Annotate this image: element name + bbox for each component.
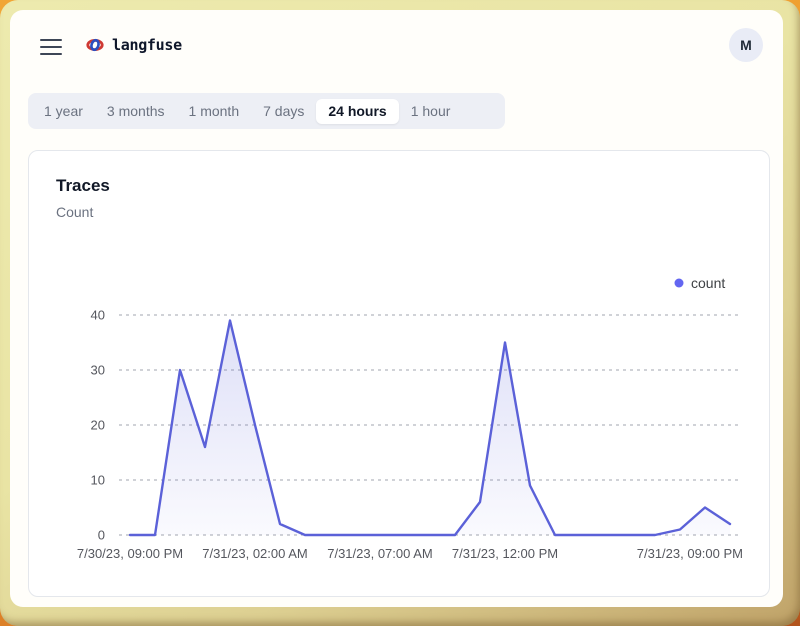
user-avatar[interactable]: M bbox=[729, 28, 763, 62]
legend-item-count[interactable]: count bbox=[675, 275, 726, 291]
y-tick-label: 40 bbox=[91, 308, 105, 323]
tab-7-days[interactable]: 7 days bbox=[251, 99, 316, 124]
time-range-tabs: 1 year 3 months 1 month 7 days 24 hours … bbox=[28, 93, 505, 129]
hamburger-menu-icon[interactable] bbox=[40, 39, 62, 55]
x-tick-label: 7/31/23, 09:00 PM bbox=[637, 546, 743, 561]
brand-logo[interactable]: langfuse bbox=[86, 34, 182, 56]
hamburger-bar bbox=[40, 46, 62, 48]
y-tick-label: 0 bbox=[98, 528, 105, 543]
gradient-frame: langfuse M 1 year 3 months 1 month 7 day… bbox=[0, 0, 800, 626]
x-tick-label: 7/31/23, 07:00 AM bbox=[327, 546, 433, 561]
tab-24-hours[interactable]: 24 hours bbox=[316, 99, 398, 124]
traces-area-chart: 0 10 20 30 40 7/30/23, 09:00 PM 7/31/23, 02:00… bbox=[29, 151, 769, 596]
hamburger-bar bbox=[40, 39, 62, 41]
y-tick-label: 20 bbox=[91, 418, 105, 433]
x-tick-label: 7/31/23, 12:00 PM bbox=[452, 546, 558, 561]
knot-logo-icon bbox=[86, 38, 104, 52]
tab-1-month[interactable]: 1 month bbox=[177, 99, 252, 124]
tab-3-months[interactable]: 3 months bbox=[95, 99, 177, 124]
hamburger-bar bbox=[40, 53, 62, 55]
area-fill bbox=[130, 321, 730, 536]
x-tick-label: 7/30/23, 09:00 PM bbox=[77, 546, 183, 561]
y-tick-label: 10 bbox=[91, 473, 105, 488]
brand-name: langfuse bbox=[112, 36, 182, 54]
app-window: langfuse M 1 year 3 months 1 month 7 day… bbox=[10, 10, 783, 607]
avatar-initial: M bbox=[740, 37, 752, 53]
tab-1-hour[interactable]: 1 hour bbox=[399, 99, 463, 124]
traces-card: Traces Count 0102030407/30/23, 09:00 PM7… bbox=[28, 150, 770, 597]
x-tick-label: 7/31/23, 02:00 AM bbox=[202, 546, 308, 561]
tab-1-year[interactable]: 1 year bbox=[32, 99, 95, 124]
y-tick-label: 30 bbox=[91, 363, 105, 378]
legend-label: count bbox=[691, 275, 725, 291]
legend-dot-icon bbox=[675, 279, 684, 288]
